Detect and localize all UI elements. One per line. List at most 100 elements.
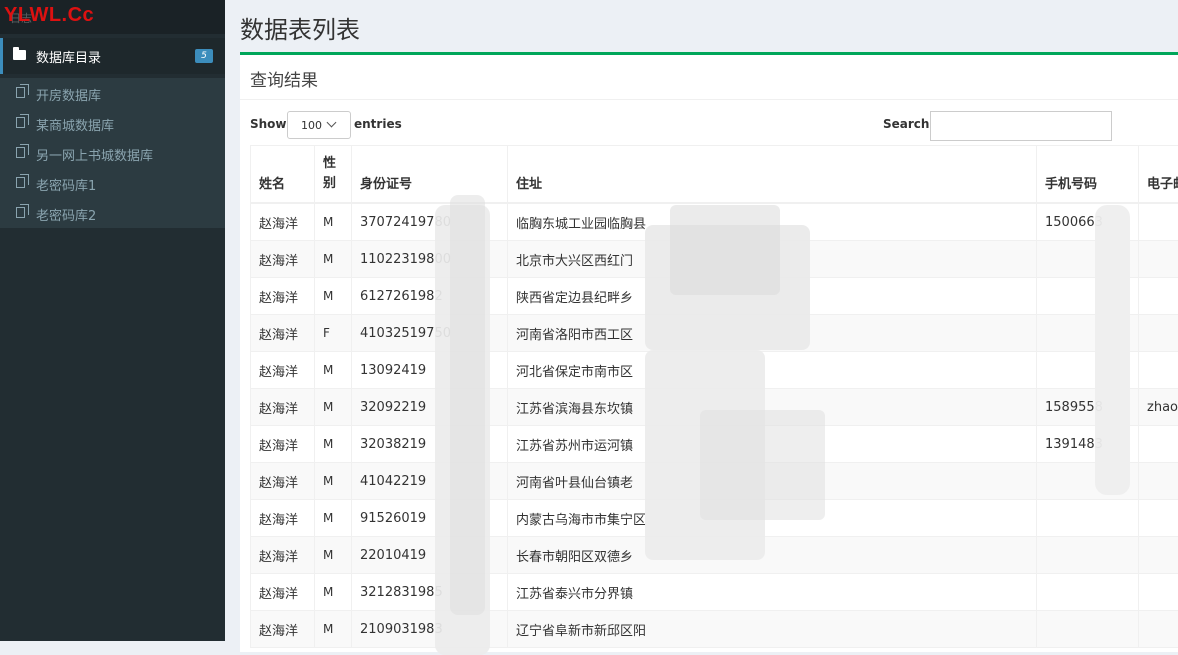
cell-gender: M bbox=[315, 574, 352, 611]
cell-address: 长春市朝阳区双德乡 bbox=[508, 537, 1037, 574]
cell-email bbox=[1139, 278, 1178, 315]
cell-email bbox=[1139, 315, 1178, 352]
cell-phone: 1391483 bbox=[1037, 426, 1139, 463]
length-value: 100 bbox=[301, 119, 322, 132]
cell-id-number: 41042219 bbox=[352, 463, 508, 500]
cell-phone bbox=[1037, 537, 1139, 574]
chevron-down-icon bbox=[327, 118, 337, 128]
cell-name: 赵海洋 bbox=[251, 463, 315, 500]
table-row: 赵海洋M13092419河北省保定市南市区 bbox=[251, 352, 1178, 389]
cell-name: 赵海洋 bbox=[251, 203, 315, 241]
copy-icon bbox=[16, 177, 25, 188]
copy-icon bbox=[16, 117, 25, 128]
cell-phone bbox=[1037, 352, 1139, 389]
cell-id-number: 37072419780 bbox=[352, 203, 508, 241]
copy-icon bbox=[16, 147, 25, 158]
col-header-email[interactable]: 电子邮 bbox=[1139, 146, 1178, 204]
col-header-name[interactable]: 姓名 bbox=[251, 146, 315, 204]
cell-gender: M bbox=[315, 500, 352, 537]
folder-icon bbox=[13, 50, 26, 60]
table-row: 赵海洋M41042219河南省叶县仙台镇老 bbox=[251, 463, 1178, 500]
cell-id-number: 13092419 bbox=[352, 352, 508, 389]
cell-address: 江苏省滨海县东坎镇 bbox=[508, 389, 1037, 426]
cell-phone bbox=[1037, 611, 1139, 648]
cell-address: 临胸东城工业园临胸县 bbox=[508, 203, 1037, 241]
cell-name: 赵海洋 bbox=[251, 278, 315, 315]
sidebar: 日志 YLWL.Cc 数据库目录 5 开房数据库 某商城数据库 另一网上书城数据… bbox=[0, 0, 225, 641]
cell-id-number: 91526019 bbox=[352, 500, 508, 537]
logo-text: YLWL.Cc bbox=[4, 4, 94, 27]
cell-phone bbox=[1037, 500, 1139, 537]
sidebar-item-kaifang[interactable]: 开房数据库 bbox=[0, 78, 225, 108]
cell-gender: F bbox=[315, 315, 352, 352]
cell-name: 赵海洋 bbox=[251, 315, 315, 352]
cell-id-number: 3212831985 bbox=[352, 574, 508, 611]
cell-id-number: 41032519750 bbox=[352, 315, 508, 352]
cell-name: 赵海洋 bbox=[251, 389, 315, 426]
table-header-row: 姓名 性别 身份证号 住址 手机号码 电子邮 bbox=[251, 146, 1178, 204]
cell-email: zhao1 bbox=[1139, 389, 1178, 426]
cell-gender: M bbox=[315, 241, 352, 278]
cell-phone bbox=[1037, 241, 1139, 278]
table-row: 赵海洋M91526019内蒙古乌海市市集宁区 bbox=[251, 500, 1178, 537]
sidebar-item-mall[interactable]: 某商城数据库 bbox=[0, 108, 225, 138]
cell-phone: 1589558 bbox=[1037, 389, 1139, 426]
cell-address: 河北省保定市南市区 bbox=[508, 352, 1037, 389]
sidebar-database-directory[interactable]: 数据库目录 5 bbox=[0, 38, 225, 74]
cell-address: 内蒙古乌海市市集宁区 bbox=[508, 500, 1037, 537]
sidebar-item-bookstore[interactable]: 另一网上书城数据库 bbox=[0, 138, 225, 168]
cell-name: 赵海洋 bbox=[251, 500, 315, 537]
cell-id-number: 22010419 bbox=[352, 537, 508, 574]
sidebar-item-old-pw-1[interactable]: 老密码库1 bbox=[0, 168, 225, 198]
panel-title: 查询结果 bbox=[250, 66, 318, 91]
show-label: Show bbox=[250, 117, 287, 131]
table-row: 赵海洋M22010419长春市朝阳区双德乡 bbox=[251, 537, 1178, 574]
sidebar-item-old-pw-2[interactable]: 老密码库2 bbox=[0, 198, 225, 228]
cell-gender: M bbox=[315, 537, 352, 574]
col-header-address[interactable]: 住址 bbox=[508, 146, 1037, 204]
cell-email bbox=[1139, 352, 1178, 389]
cell-email bbox=[1139, 611, 1178, 648]
divider bbox=[240, 99, 1178, 100]
copy-icon bbox=[16, 207, 25, 218]
cell-email bbox=[1139, 241, 1178, 278]
table-row: 赵海洋M32038219江苏省苏州市运河镇1391483 bbox=[251, 426, 1178, 463]
table-row: 赵海洋M3212831985江苏省泰兴市分界镇 bbox=[251, 574, 1178, 611]
sidebar-item-label: 另一网上书城数据库 bbox=[36, 145, 153, 164]
cell-email bbox=[1139, 463, 1178, 500]
col-header-phone[interactable]: 手机号码 bbox=[1037, 146, 1139, 204]
cell-address: 江苏省苏州市运河镇 bbox=[508, 426, 1037, 463]
entries-label: entries bbox=[354, 117, 402, 131]
col-header-id-number[interactable]: 身份证号 bbox=[352, 146, 508, 204]
page-title: 数据表列表 bbox=[240, 10, 360, 45]
sidebar-item-label: 开房数据库 bbox=[36, 85, 101, 104]
cell-phone bbox=[1037, 315, 1139, 352]
cell-phone: 1500663 bbox=[1037, 203, 1139, 241]
cell-gender: M bbox=[315, 611, 352, 648]
col-header-gender[interactable]: 性别 bbox=[315, 146, 352, 204]
cell-email bbox=[1139, 500, 1178, 537]
results-panel: 查询结果 Show 100 entries Search: 姓名 性别 身份证号… bbox=[240, 52, 1178, 652]
entries-length-select[interactable]: 100 bbox=[287, 111, 351, 139]
sidebar-item-label: 某商城数据库 bbox=[36, 115, 114, 134]
logo[interactable]: 日志 YLWL.Cc bbox=[0, 0, 225, 34]
table-row: 赵海洋F41032519750河南省洛阳市西工区 bbox=[251, 315, 1178, 352]
sidebar-item-label: 老密码库1 bbox=[36, 175, 96, 194]
cell-id-number: 6127261982 bbox=[352, 278, 508, 315]
table-row: 赵海洋M11022319800北京市大兴区西红门 bbox=[251, 241, 1178, 278]
cell-email bbox=[1139, 574, 1178, 611]
search-label: Search: bbox=[883, 117, 934, 131]
cell-name: 赵海洋 bbox=[251, 611, 315, 648]
cell-address: 河南省叶县仙台镇老 bbox=[508, 463, 1037, 500]
cell-gender: M bbox=[315, 352, 352, 389]
search-input[interactable] bbox=[930, 111, 1112, 141]
cell-email bbox=[1139, 537, 1178, 574]
cell-name: 赵海洋 bbox=[251, 537, 315, 574]
cell-gender: M bbox=[315, 389, 352, 426]
cell-address: 江苏省泰兴市分界镇 bbox=[508, 574, 1037, 611]
cell-id-number: 2109031983 bbox=[352, 611, 508, 648]
cell-address: 陕西省定边县纪畔乡 bbox=[508, 278, 1037, 315]
results-table: 姓名 性别 身份证号 住址 手机号码 电子邮 赵海洋M37072419780临胸… bbox=[250, 145, 1178, 648]
cell-gender: M bbox=[315, 278, 352, 315]
cell-email bbox=[1139, 426, 1178, 463]
